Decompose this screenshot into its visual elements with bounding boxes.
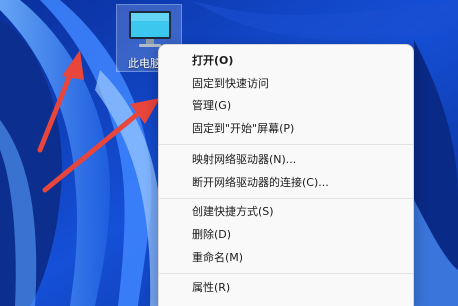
menu-separator	[159, 144, 413, 145]
menu-item-pin-quick-access[interactable]: 固定到快速访问	[192, 75, 269, 93]
menu-item-rename[interactable]: 重命名(M)	[192, 249, 243, 267]
menu-separator	[159, 198, 413, 199]
menu-item-properties[interactable]: 属性(R)	[192, 279, 230, 297]
menu-separator	[159, 273, 413, 274]
this-pc-label: 此电脑	[128, 57, 161, 70]
menu-item-create-shortcut[interactable]: 创建快捷方式(S)	[192, 203, 274, 221]
context-menu: 打开(O) 固定到快速访问 管理(G) 固定到"开始"屏幕(P) 映射网络驱动器…	[158, 44, 414, 306]
monitor-icon	[129, 11, 171, 47]
menu-item-open[interactable]: 打开(O)	[192, 52, 233, 70]
menu-item-pin-start[interactable]: 固定到"开始"屏幕(P)	[192, 120, 294, 138]
menu-item-disconnect-network-drive[interactable]: 断开网络驱动器的连接(C)...	[192, 174, 329, 192]
menu-item-manage[interactable]: 管理(G)	[192, 97, 231, 115]
menu-item-delete[interactable]: 删除(D)	[192, 226, 231, 244]
menu-item-map-network-drive[interactable]: 映射网络驱动器(N)...	[192, 151, 296, 169]
